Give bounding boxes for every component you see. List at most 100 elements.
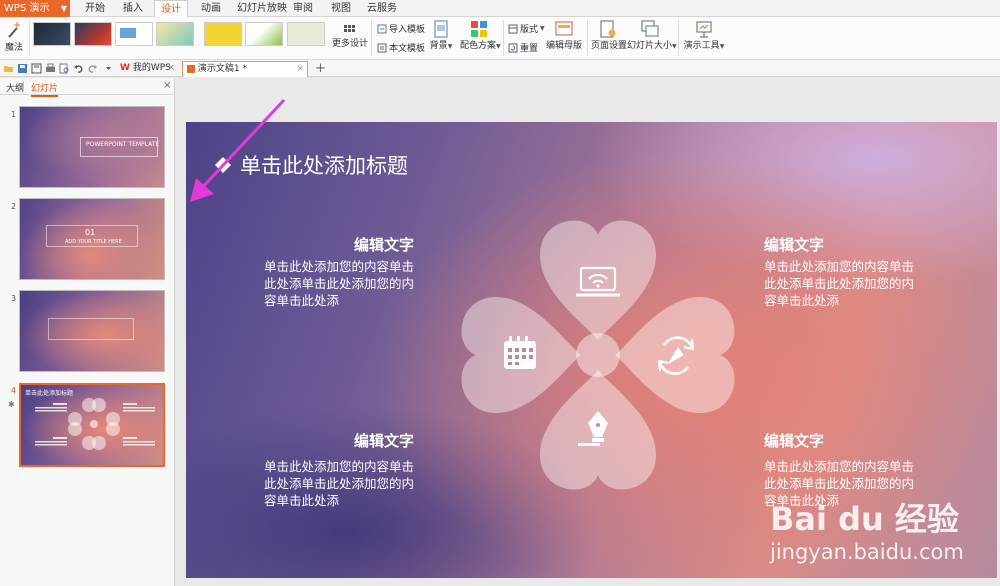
magic-wand-icon xyxy=(8,21,21,38)
open-folder-icon[interactable] xyxy=(3,63,14,74)
slide-thumbnail-2[interactable]: 01 ADD YOUR TITLE HERE xyxy=(19,198,165,280)
slide-thumbnail-3[interactable] xyxy=(19,290,165,372)
reset-label: 重置 xyxy=(520,44,539,54)
tab-slideshow[interactable]: 幻灯片放映 xyxy=(233,0,291,17)
grid-icon xyxy=(344,25,355,32)
slide-size-icon xyxy=(641,20,659,37)
layout-icon xyxy=(508,24,518,33)
template-thumb-6[interactable] xyxy=(245,22,283,46)
redo-icon[interactable] xyxy=(87,63,98,74)
tab-animation[interactable]: 动画 xyxy=(196,0,226,17)
block-title-top-right[interactable]: 编辑文字 xyxy=(764,234,824,255)
template-thumb-5[interactable] xyxy=(204,22,242,46)
dropdown-icon: ▼ xyxy=(672,43,677,50)
page-setup-icon xyxy=(600,20,616,38)
body-line: 单击此处添加您的内容单击 xyxy=(264,459,415,474)
block-body-bottom-right[interactable]: 单击此处添加您的内容单击 此处添单击此处添加您的内 容单击此处添 xyxy=(764,458,930,509)
background-label: 背景 xyxy=(429,41,448,51)
animation-star-icon: ✱ xyxy=(8,400,15,409)
block-title-top-left[interactable]: 编辑文字 xyxy=(354,234,414,255)
wps-app-menu-button[interactable]: WPS 演示 ▼ xyxy=(0,0,70,17)
reset-button[interactable]: 重置 xyxy=(508,41,538,54)
tab-insert[interactable]: 插入 xyxy=(118,0,148,17)
thumb-clover-preview xyxy=(35,398,155,450)
block-body-bottom-left[interactable]: 单击此处添加您的内容单击 此处添单击此处添加您的内 容单击此处添 xyxy=(264,458,430,509)
tab-cloud[interactable]: 云服务 xyxy=(364,0,400,17)
panel-tabs: 大纲 | 幻灯片 × xyxy=(0,78,175,97)
design-ribbon: 魔法 更多设计 导入模板 本文模板 背景▼ 配色方案▼ 版式 ▼ 重置 编辑母版… xyxy=(0,17,1000,60)
tab-design[interactable]: 设计 xyxy=(154,0,188,18)
color-palette-icon xyxy=(471,21,487,37)
slide-number: 1 xyxy=(11,110,17,119)
block-title-bottom-right[interactable]: 编辑文字 xyxy=(764,430,824,451)
slide-thumbnail-1[interactable]: POWERPOINT TEMPLATE xyxy=(19,106,165,188)
body-line: 此处添单击此处添加您的内 xyxy=(764,476,915,491)
panel-tab-divider: | xyxy=(22,81,26,91)
template-thumb-1[interactable] xyxy=(33,22,71,46)
template-thumb-3[interactable] xyxy=(115,22,153,46)
template-thumb-2[interactable] xyxy=(74,22,112,46)
template-thumb-4[interactable] xyxy=(156,22,194,46)
print-icon[interactable] xyxy=(45,63,56,74)
body-line: 此处添单击此处添加您的内 xyxy=(764,276,915,291)
tab-home[interactable]: 开始 xyxy=(80,0,110,17)
slide-canvas[interactable]: 单击此处添加标题 编辑文字 单击此处添加您的内容单击 此处添单击此处添加您的内 … xyxy=(186,122,997,578)
slide-1-caption: POWERPOINT TEMPLATE xyxy=(86,141,160,148)
presentation-tools-button[interactable]: 演示工具▼ xyxy=(683,20,725,51)
import-template-button[interactable]: 导入模板 xyxy=(377,22,425,35)
thumb-shape xyxy=(120,28,136,38)
tab-slides[interactable]: 幻灯片 xyxy=(31,81,59,97)
magic-button[interactable]: 魔法 xyxy=(3,20,25,53)
save-icon[interactable] xyxy=(17,63,28,74)
block-body-top-left[interactable]: 单击此处添加您的内容单击 此处添单击此处添加您的内 容单击此处添 xyxy=(264,258,430,309)
tab-review[interactable]: 审阅 xyxy=(288,0,318,17)
divider xyxy=(29,20,30,56)
text-template-label: 本文模板 xyxy=(389,44,426,54)
edit-master-label: 编辑母版 xyxy=(546,41,583,51)
edit-master-button[interactable]: 编辑母版 xyxy=(546,20,582,51)
new-tab-button[interactable]: + xyxy=(311,61,326,77)
template-thumb-7[interactable] xyxy=(287,22,325,46)
slide-number: 3 xyxy=(11,294,17,303)
close-panel-icon[interactable]: × xyxy=(163,80,171,91)
presentation-tools-icon xyxy=(696,21,712,38)
block-body-top-right[interactable]: 单击此处添加您的内容单击 此处添单击此处添加您的内 容单击此处添 xyxy=(764,258,930,309)
body-line: 容单击此处添 xyxy=(764,293,840,308)
dropdown-icon: ▼ xyxy=(719,43,725,50)
page-setup-button[interactable]: 页面设置 xyxy=(591,20,627,51)
divider xyxy=(678,20,679,56)
text-template-icon xyxy=(377,43,387,52)
body-line: 单击此处添加您的内容单击 xyxy=(764,459,915,474)
background-icon xyxy=(434,20,448,38)
text-template-button[interactable]: 本文模板 xyxy=(377,41,425,54)
body-line: 容单击此处添 xyxy=(264,293,340,308)
print-preview-icon[interactable] xyxy=(59,63,70,74)
close-tab-icon[interactable]: × xyxy=(296,62,304,77)
block-title-bottom-left[interactable]: 编辑文字 xyxy=(354,430,414,451)
customize-toolbar-icon[interactable] xyxy=(104,63,113,74)
app-label: WPS 演示 xyxy=(4,3,50,14)
dropdown-icon: ▼ xyxy=(496,43,501,50)
background-button[interactable]: 背景▼ xyxy=(428,20,454,51)
save-as-icon[interactable] xyxy=(31,63,42,74)
slide-master-icon xyxy=(555,21,573,36)
divider xyxy=(371,20,372,56)
layout-button[interactable]: 版式 ▼ xyxy=(508,22,545,35)
wps-logo-icon: W xyxy=(120,63,130,73)
slide-size-button[interactable]: 幻灯片大小▼ xyxy=(627,20,677,51)
body-line: 此处添单击此处添加您的内 xyxy=(264,476,415,491)
annotation-arrow-icon xyxy=(190,98,286,202)
dropdown-icon: ▼ xyxy=(540,25,545,32)
more-designs-button[interactable]: 更多设计 xyxy=(332,24,368,49)
close-tab-icon[interactable]: × xyxy=(167,61,175,76)
tab-view[interactable]: 视图 xyxy=(326,0,356,17)
magic-label: 魔法 xyxy=(4,43,23,53)
tab-my-wps[interactable]: W 我的WPS × xyxy=(116,61,178,77)
color-scheme-button[interactable]: 配色方案▼ xyxy=(460,20,501,51)
presentation-file-icon xyxy=(187,64,195,73)
slide-thumbnail-4[interactable]: 单击此处添加标题 xyxy=(19,383,165,467)
body-line: 单击此处添加您的内容单击 xyxy=(764,259,915,274)
tab-presentation-1[interactable]: 演示文稿1 * × xyxy=(182,61,308,77)
undo-icon[interactable] xyxy=(73,63,84,74)
divider xyxy=(503,20,504,56)
